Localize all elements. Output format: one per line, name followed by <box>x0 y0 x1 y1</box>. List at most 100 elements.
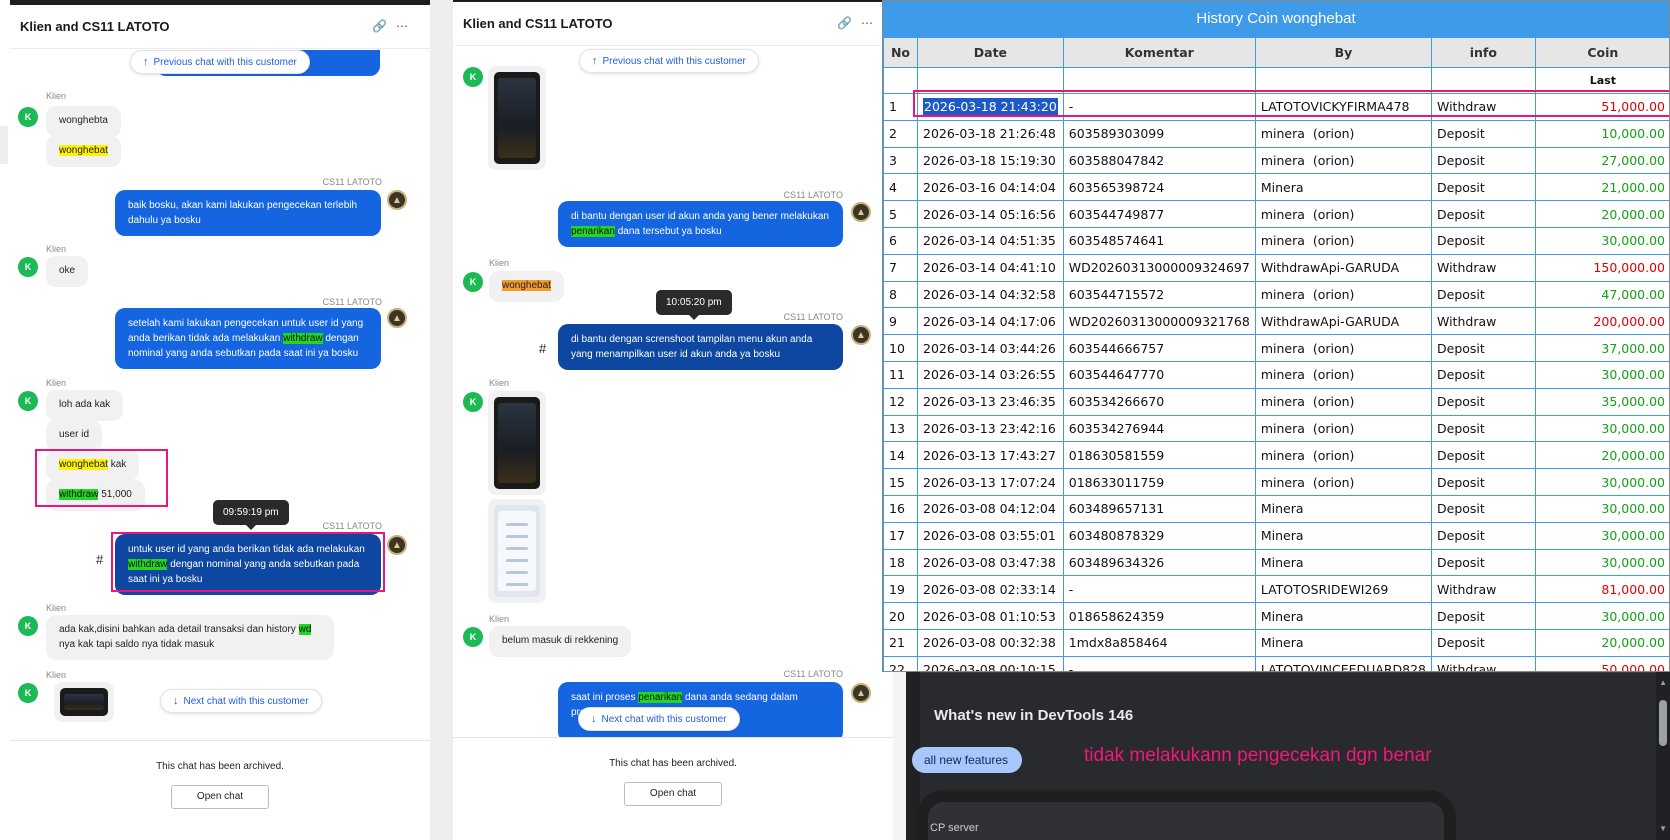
table-row[interactable]: 14 2026-03-13 17:43:27 018630581559 minera … <box>883 441 1669 470</box>
open-chat-button[interactable]: Open chat <box>624 782 722 806</box>
cell-info: Deposit <box>1431 173 1536 202</box>
chat-body[interactable]: ↑ Previous chat with this customer Klien … <box>10 50 430 740</box>
scroll-down-icon[interactable]: ▼ <box>1659 824 1667 833</box>
next-chat-button[interactable]: ↓ Next chat with this customer <box>160 689 322 713</box>
phone-screenshot-thumbnail <box>60 688 108 716</box>
cell-date: 2026-03-13 23:42:16 <box>917 414 1064 443</box>
table-row[interactable]: 17 2026-03-08 03:55:01 603480878329 Minera D… <box>883 521 1669 550</box>
cell-info: Withdraw <box>1431 575 1536 604</box>
open-chat-button[interactable]: Open chat <box>171 785 269 809</box>
next-chat-button[interactable]: ↓ Next chat with this customer <box>578 707 740 731</box>
scrollbar[interactable] <box>1656 672 1670 840</box>
link-icon[interactable]: 🔗 <box>372 19 387 33</box>
sender-label: Klien <box>46 244 67 254</box>
image-attachment[interactable] <box>488 66 546 170</box>
cell-komentar: 603489634326 <box>1062 548 1256 577</box>
image-attachment[interactable] <box>488 499 546 603</box>
cell-no: 13 <box>883 414 919 443</box>
table-row[interactable]: 9 2026-03-14 04:17:06 WD202603130000093217… <box>883 307 1669 336</box>
cell-coin: 30,000.00 <box>1534 360 1669 389</box>
cell-no: 3 <box>883 146 919 175</box>
cell-no: 11 <box>883 360 919 389</box>
cell-info: Withdraw <box>1431 655 1536 671</box>
arrow-up-icon: ↑ <box>143 56 149 68</box>
cell-coin: 47,000.00 <box>1534 280 1669 309</box>
cell-komentar: 1mdx8a858464 <box>1062 628 1256 657</box>
message-bubble-outgoing: di bantu dengan user id akun anda yang b… <box>558 201 843 247</box>
table-row[interactable]: 12 2026-03-13 23:46:35 603534266670 minera … <box>883 387 1669 416</box>
cell-coin: 27,000.00 <box>1534 146 1669 175</box>
scroll-up-icon[interactable]: ▲ <box>1659 678 1667 687</box>
table-row[interactable]: 16 2026-03-08 04:12:04 603489657131 Minera D… <box>883 494 1669 523</box>
table-row[interactable]: 5 2026-03-14 05:16:56 603544749877 minera (… <box>883 200 1669 228</box>
cell-coin: 30,000.00 <box>1534 521 1669 550</box>
table-row[interactable]: 19 2026-03-08 02:33:14- LATOTOSRIDEWI269 Wi… <box>883 575 1669 604</box>
sender-label: Klien <box>46 670 67 680</box>
cell-by: LATOTOSRIDEWI269 <box>1254 575 1433 604</box>
previous-chat-button[interactable]: ↑ Previous chat with this customer <box>579 49 759 73</box>
cell-by: minera (orion) <box>1254 334 1433 362</box>
message-text: di bantu dengan user id akun anda yang b… <box>571 211 829 222</box>
cell-komentar: 603548574641 <box>1062 226 1256 255</box>
cell-date: 2026-03-14 04:41:10 <box>917 253 1064 282</box>
cell-info: Deposit <box>1431 146 1536 175</box>
table-row[interactable]: 18 2026-03-08 03:47:38 603489634326 Minera D… <box>883 548 1669 577</box>
more-icon[interactable]: ⋯ <box>861 16 873 30</box>
pane-divider <box>430 0 453 840</box>
image-attachment[interactable] <box>488 391 546 495</box>
table-row[interactable]: 13 2026-03-13 23:42:16 603534276944 minera … <box>883 414 1669 443</box>
chat-footer: This chat has been archived. Open chat <box>453 737 893 840</box>
table-row[interactable]: 8 2026-03-14 04:32:58 603544715572 minera (… <box>883 280 1669 309</box>
table-row[interactable]: 10 2026-03-14 03:44:26 603544666757 minera … <box>883 334 1669 362</box>
highlight-text: penarikan <box>571 226 615 237</box>
highlight-text: wonghebat <box>502 280 551 291</box>
cell-date: 2026-03-13 17:43:27 <box>917 441 1064 470</box>
client-avatar: K <box>18 107 38 127</box>
highlight-text: wd <box>298 624 312 635</box>
annotation-text: tidak melakukann pengecekan dgn benar <box>1084 745 1432 766</box>
client-avatar: K <box>18 257 38 277</box>
cell-date: 2026-03-08 02:33:14 <box>917 575 1064 604</box>
divider <box>906 672 1670 673</box>
cell-komentar: 603534266670 <box>1062 387 1256 416</box>
table-row[interactable]: 15 2026-03-13 17:07:24 018633011759 minera … <box>883 468 1669 496</box>
all-new-features-button[interactable]: all new features <box>912 747 1023 773</box>
cell-coin: 30,000.00 <box>1534 548 1669 577</box>
previous-chat-button[interactable]: ↑ Previous chat with this customer <box>130 50 310 74</box>
cell-coin: 20,000.00 <box>1534 441 1669 470</box>
cell-date: 2026-03-13 17:07:24 <box>917 468 1064 496</box>
cell-komentar: 603544715572 <box>1062 280 1256 309</box>
message-bubble-incoming: belum masuk di rekkening <box>489 626 632 657</box>
scrollbar-thumb[interactable] <box>1659 700 1667 746</box>
cell-info: Deposit <box>1431 441 1536 470</box>
sender-label: Klien <box>489 378 510 388</box>
cell-komentar: 018630581559 <box>1062 441 1256 470</box>
cell-info: Deposit <box>1431 494 1536 523</box>
column-header-komentar: Komentar <box>1062 37 1256 68</box>
table-row[interactable]: 20 2026-03-08 01:10:53 018658624359 Minera D… <box>883 602 1669 630</box>
history-coin-window: History Coin wonghebat No Date Komentar … <box>882 0 1670 672</box>
message-bubble-incoming: ada kak,disini bahkan ada detail transak… <box>46 615 334 660</box>
table-row[interactable]: 2 2026-03-18 21:26:48 603589303099 minera (… <box>883 119 1669 148</box>
cell-by: LATOTOVINCEEDUARD828 <box>1254 655 1433 671</box>
link-icon[interactable]: 🔗 <box>837 16 852 30</box>
more-icon[interactable]: ⋯ <box>396 19 408 33</box>
chat-body[interactable]: ↑ Previous chat with this customer K CS11… <box>453 47 893 737</box>
cell-date: 2026-03-08 00:32:38 <box>917 628 1064 657</box>
cell-no: 6 <box>883 226 919 255</box>
table-header-row: No Date Komentar By info Coin <box>883 37 1669 68</box>
image-attachment[interactable] <box>54 682 114 722</box>
cell-no: 5 <box>883 200 919 228</box>
sender-label: CS11 LATOTO <box>322 177 382 187</box>
cell-info: Deposit <box>1431 226 1536 255</box>
table-row[interactable]: 4 2026-03-16 04:14:04 603565398724 Minera De… <box>883 173 1669 202</box>
cell-coin: 30,000.00 <box>1534 468 1669 496</box>
table-row[interactable]: 7 2026-03-14 04:41:10 WD202603130000093246… <box>883 253 1669 282</box>
table-row[interactable]: 6 2026-03-14 04:51:35 603548574641 minera (… <box>883 226 1669 255</box>
cell-komentar: 603489657131 <box>1062 494 1256 523</box>
table-row[interactable]: 21 2026-03-08 00:32:38 1mdx8a858464 Minera D… <box>883 628 1669 657</box>
table-row[interactable]: 3 2026-03-18 15:19:30 603588047842 minera (… <box>883 146 1669 175</box>
table-row[interactable]: 22 2026-03-08 00:10:15- LATOTOVINCEEDUARD8… <box>883 655 1669 671</box>
cell-by: WithdrawApi-GARUDA <box>1254 307 1433 336</box>
table-row[interactable]: 11 2026-03-14 03:26:55 603544647770 minera … <box>883 360 1669 389</box>
